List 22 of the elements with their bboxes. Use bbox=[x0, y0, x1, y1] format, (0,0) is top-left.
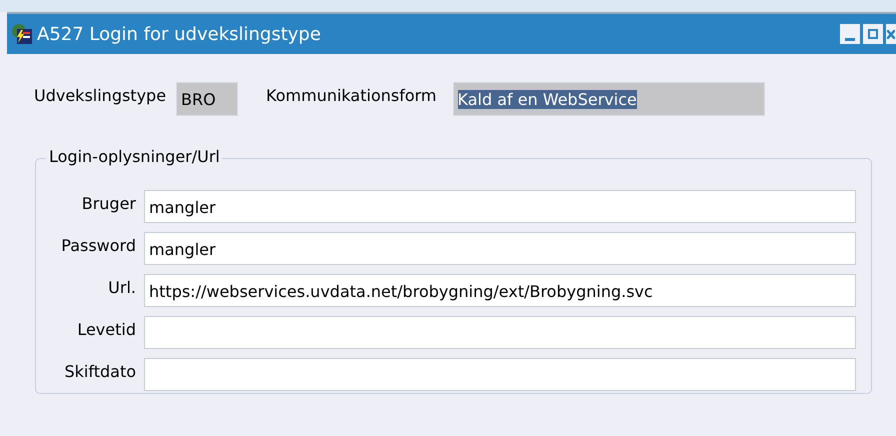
field-label: Udvekslingstype bbox=[34, 86, 166, 104]
input-field[interactable]: https://webservices.uvdata.net/brobygning/ext/Brobygning.svc bbox=[144, 274, 856, 306]
input-field[interactable] bbox=[144, 358, 856, 390]
field-label: Kommunikationsform bbox=[266, 86, 437, 104]
input-field[interactable]: mangler bbox=[144, 232, 856, 264]
app-icon bbox=[11, 23, 33, 45]
minimize-icon bbox=[845, 38, 855, 41]
input-field[interactable] bbox=[144, 316, 856, 348]
minimize-button[interactable] bbox=[840, 24, 860, 44]
close-button[interactable] bbox=[886, 24, 896, 44]
maximize-icon bbox=[868, 29, 878, 39]
field-label: Levetid bbox=[76, 320, 137, 338]
input-field[interactable]: mangler bbox=[144, 190, 856, 222]
readonly-field[interactable]: Kald af en WebService bbox=[452, 82, 765, 116]
field-label: Skiftdato bbox=[63, 362, 137, 380]
field-label: Url. bbox=[107, 278, 137, 296]
field-label: Bruger bbox=[80, 194, 137, 212]
field-label: Password bbox=[60, 236, 137, 254]
readonly-field[interactable]: BRO bbox=[176, 82, 238, 116]
window-title: A527 Login for udvekslingstype bbox=[37, 24, 321, 44]
maximize-button[interactable] bbox=[863, 24, 883, 44]
group-title: Login-oplysninger/Url bbox=[46, 147, 222, 166]
